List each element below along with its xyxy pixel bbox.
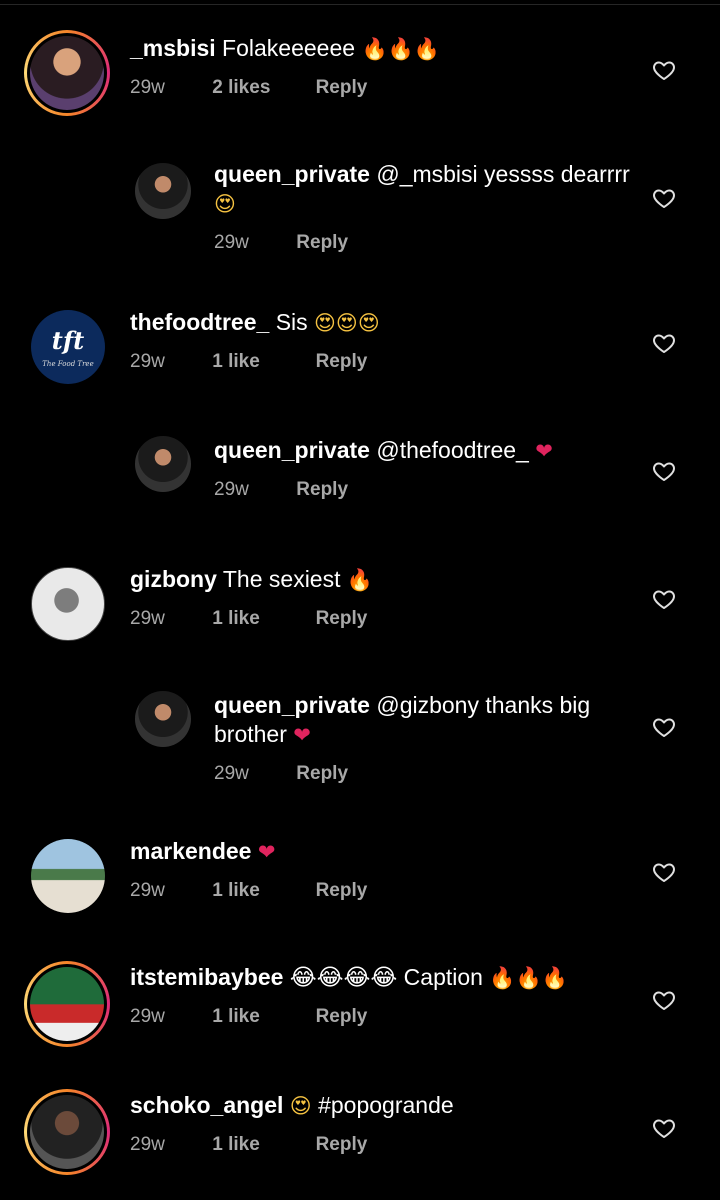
red-heart-emoji: ❤ [293,723,311,747]
avatar-logo-caption: The Food Tree [42,360,94,368]
fire-emoji: 🔥🔥🔥 [489,966,568,990]
comment-username[interactable]: schoko_angel [130,1092,283,1118]
comment-time: 29w [130,1006,165,1027]
comment-time: 29w [214,479,249,500]
comment-text: The sexiest [222,566,347,592]
comment-time: 29w [214,763,249,784]
heart-eyes-emoji: 😍 [289,1094,312,1118]
heart-icon[interactable] [652,715,676,739]
comment-time: 29w [130,351,165,372]
heart-icon[interactable] [652,331,676,355]
fire-emoji: 🔥 [346,568,374,592]
comment-likes[interactable]: 1 like [212,608,310,630]
avatar-logo-text: tft [51,326,85,355]
heart-eyes-emoji: 😍😍😍 [314,311,380,335]
reply-button[interactable]: Reply [316,1006,368,1028]
avatar[interactable] [30,1095,104,1169]
comment-likes[interactable]: 1 like [212,1134,310,1156]
heart-eyes-emoji: 😍 [214,192,236,216]
comment-likes[interactable]: 1 like [212,351,310,373]
red-heart-emoji: ❤ [257,840,276,864]
heart-icon[interactable] [652,58,676,82]
heart-icon[interactable] [652,459,676,483]
reply-button[interactable]: Reply [316,880,368,902]
comment-time: 29w [214,232,249,253]
comment-time: 29w [130,608,165,629]
fire-emoji: 🔥🔥🔥 [361,37,440,61]
avatar[interactable]: tft The Food Tree [31,310,105,384]
comment-likes[interactable]: 1 like [212,880,310,902]
avatar[interactable] [135,163,191,219]
heart-icon[interactable] [652,186,676,210]
avatar[interactable] [135,691,191,747]
comment-username[interactable]: _msbisi [130,35,216,61]
reply-button[interactable]: Reply [316,1134,368,1156]
comment-username[interactable]: thefoodtree_ [130,309,269,335]
reply-button[interactable]: Reply [296,763,348,785]
comment-likes[interactable]: 2 likes [212,77,310,99]
comment-time: 29w [130,1134,165,1155]
reply-button[interactable]: Reply [316,608,368,630]
avatar[interactable] [31,839,105,913]
comment-username[interactable]: gizbony [130,566,217,592]
comment-likes[interactable]: 1 like [212,1006,310,1028]
avatar[interactable] [31,567,105,641]
avatar[interactable] [135,436,191,492]
reply-button[interactable]: Reply [296,232,348,254]
comment-text: @thefoodtree_ [376,437,536,463]
comment-username[interactable]: queen_private [214,692,370,718]
red-heart-emoji: ❤ [535,439,553,463]
top-divider [0,4,720,5]
reply-button[interactable]: Reply [316,77,368,99]
avatar[interactable] [30,36,104,110]
comment-time: 29w [130,77,165,98]
heart-icon[interactable] [652,988,676,1012]
comment-username[interactable]: itstemibaybee [130,964,283,990]
comment-text: Sis [275,309,315,335]
reply-button[interactable]: Reply [296,479,348,501]
comment-username[interactable]: markendee [130,838,251,864]
comment-username[interactable]: queen_private [214,161,370,187]
heart-icon[interactable] [652,1116,676,1140]
comment-hashtag[interactable]: #popogrande [312,1092,454,1118]
comment-time: 29w [130,880,165,901]
heart-icon[interactable] [652,587,676,611]
reply-button[interactable]: Reply [316,351,368,373]
comment-text: 😂😂😂😂 Caption [289,964,490,990]
heart-icon[interactable] [652,860,676,884]
comment-username[interactable]: queen_private [214,437,370,463]
comment-text: Folakeeeeee [222,35,362,61]
avatar[interactable] [30,967,104,1041]
comment-text: @_msbisi yessss dearrrr [376,161,630,187]
